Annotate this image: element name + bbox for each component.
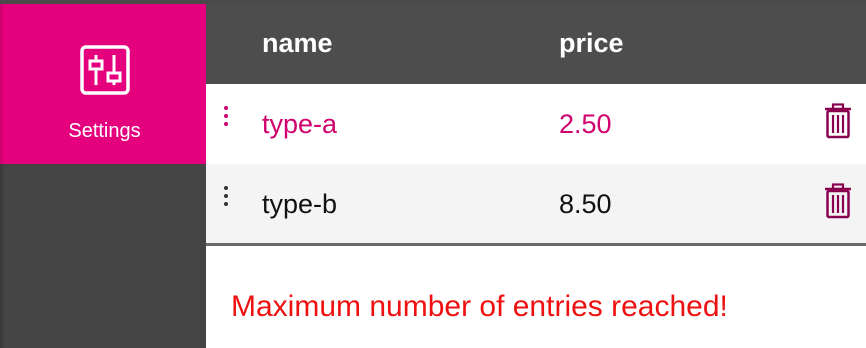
- row-price: 2.50: [559, 109, 612, 139]
- max-entries-message: Maximum number of entries reached!: [231, 290, 728, 323]
- sidebar: Settings: [3, 4, 206, 348]
- sliders-icon: [80, 45, 130, 95]
- row-name: type-b: [262, 189, 338, 219]
- trash-icon[interactable]: [823, 103, 853, 139]
- trash-icon[interactable]: [823, 183, 853, 219]
- sidebar-item-settings[interactable]: Settings: [3, 4, 206, 164]
- drag-handle-icon[interactable]: [219, 186, 233, 210]
- column-header-price: price: [559, 28, 624, 58]
- drag-handle-icon[interactable]: [219, 106, 233, 130]
- row-name: type-a: [262, 109, 338, 139]
- table-row[interactable]: type-b 8.50: [206, 164, 866, 246]
- sidebar-item-label: Settings: [68, 120, 141, 142]
- column-header-name: name: [262, 28, 333, 58]
- row-price: 8.50: [559, 189, 612, 219]
- table-header: name price: [206, 4, 866, 84]
- table-row[interactable]: type-a 2.50: [206, 84, 866, 164]
